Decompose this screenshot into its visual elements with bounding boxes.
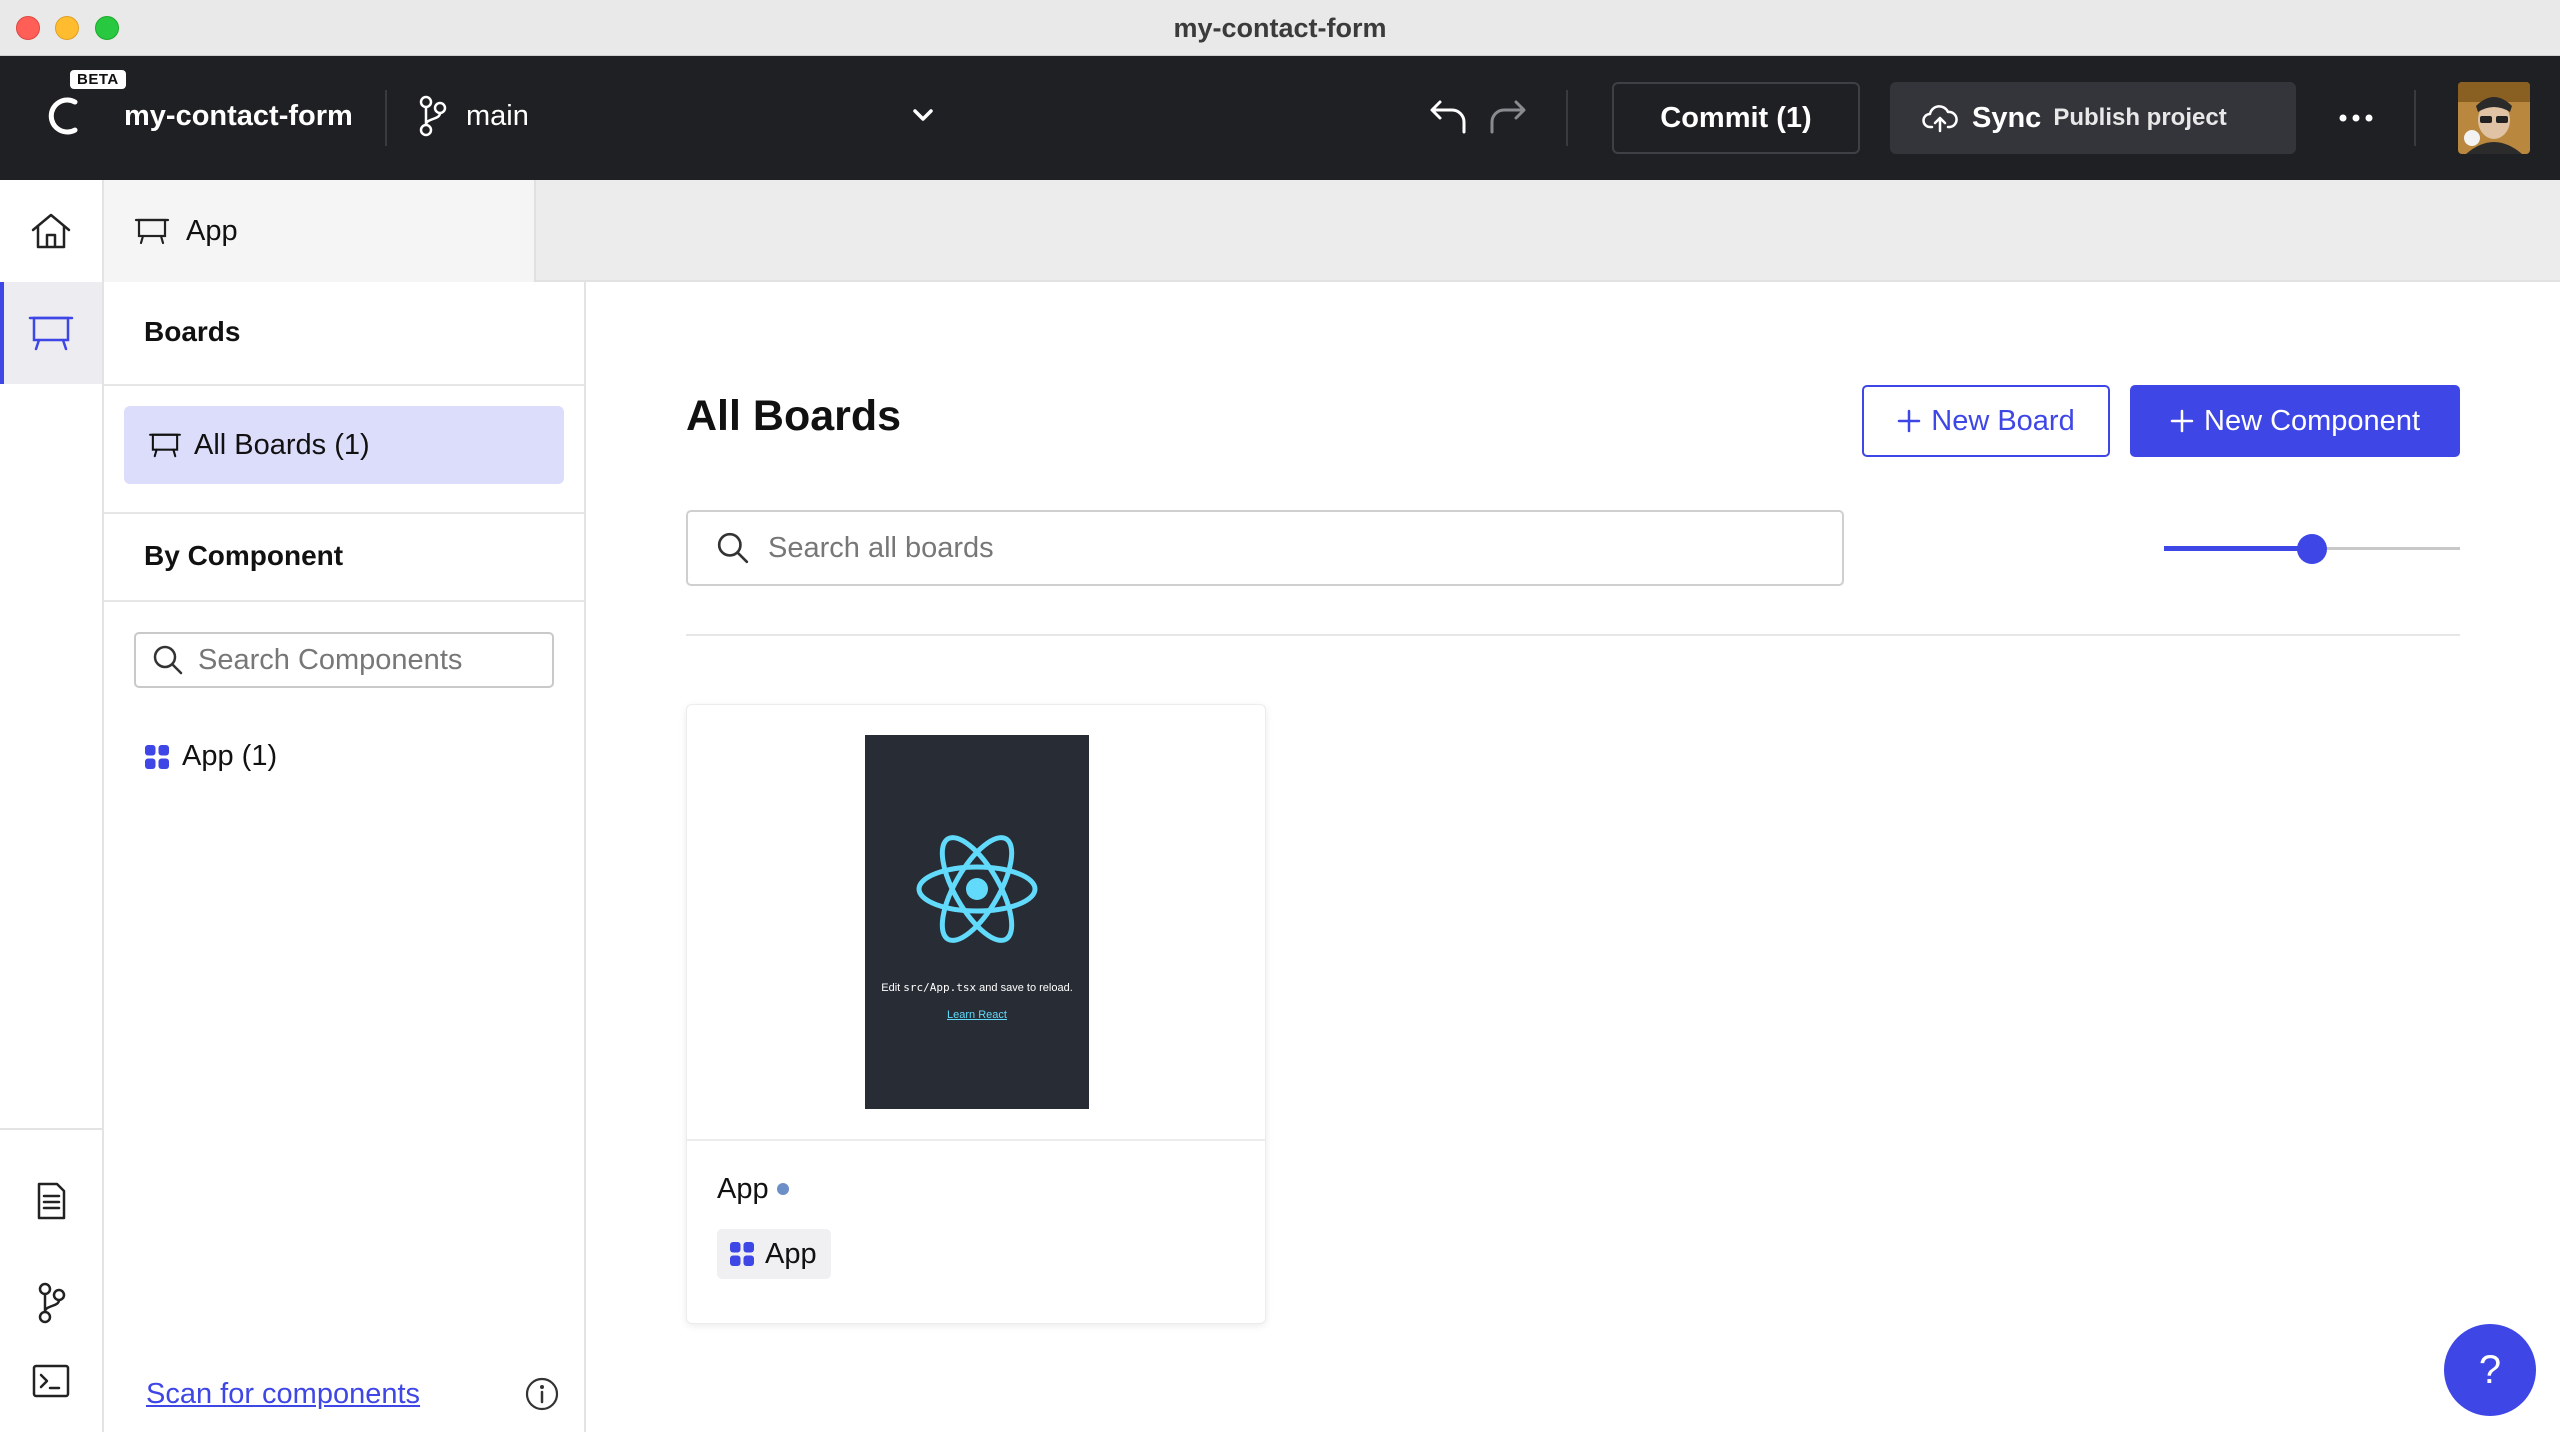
tab-label: App	[186, 214, 238, 247]
tab-strip: App	[104, 180, 2560, 282]
search-boards-input[interactable]	[768, 531, 1828, 565]
slider-fill	[2164, 546, 2312, 551]
git-branch-icon	[35, 1281, 67, 1325]
main-content: All Boards New Board New Component Searc…	[586, 282, 2560, 1432]
codux-logo-icon[interactable]	[42, 94, 82, 138]
component-search[interactable]	[134, 632, 554, 688]
branch-name: main	[466, 99, 529, 132]
search-components-input[interactable]	[198, 643, 538, 677]
undo-icon[interactable]	[1428, 96, 1472, 136]
panel-divider	[104, 512, 584, 514]
new-board-button[interactable]: New Board	[1862, 385, 2110, 457]
slider-thumb[interactable]	[2297, 534, 2327, 564]
home-icon	[29, 211, 73, 251]
more-options-icon[interactable]	[2336, 100, 2376, 136]
zoom-slider[interactable]	[2164, 528, 2460, 568]
new-board-label: New Board	[1931, 404, 2075, 437]
rail-divider	[0, 1128, 102, 1130]
component-item-label: App (1)	[182, 740, 278, 772]
card-divider	[687, 1139, 1265, 1141]
panel-divider	[104, 600, 584, 602]
scan-for-components-link[interactable]: Scan for components	[146, 1378, 420, 1411]
header-divider	[385, 90, 387, 146]
sync-label: Sync	[1972, 101, 2042, 134]
branch-selector[interactable]: main	[416, 94, 936, 138]
search-icon	[716, 531, 750, 565]
rail-document[interactable]	[0, 1150, 102, 1252]
component-chip-label: App	[765, 1237, 817, 1270]
chevron-down-icon	[910, 102, 936, 128]
document-icon	[33, 1181, 69, 1221]
component-chip[interactable]: App	[717, 1229, 831, 1279]
board-icon	[148, 431, 182, 459]
rail-terminal[interactable]	[0, 1330, 102, 1432]
plus-icon	[1897, 409, 1921, 433]
all-boards-label: All Boards (1)	[194, 428, 370, 461]
search-icon	[152, 644, 184, 676]
window-title: my-contact-form	[1173, 13, 1387, 43]
board-card-title: App	[717, 1173, 789, 1206]
learn-react-link[interactable]: Learn React	[865, 1009, 1089, 1021]
rail-home[interactable]	[0, 180, 102, 282]
boards-heading: Boards	[144, 316, 241, 347]
header-divider	[2414, 90, 2416, 146]
nav-rail	[0, 180, 104, 1432]
terminal-icon	[31, 1363, 71, 1399]
header-divider	[1566, 90, 1568, 146]
board-search[interactable]	[686, 510, 1844, 586]
unsaved-dot-icon	[776, 1182, 789, 1195]
component-icon	[729, 1241, 755, 1267]
sync-publish-button[interactable]: Sync Publish project	[1890, 82, 2296, 154]
plus-icon	[2170, 409, 2194, 433]
component-icon	[144, 744, 170, 770]
tab-app[interactable]: App	[104, 180, 536, 282]
boards-panel: Boards All Boards (1) By Component App (…	[104, 282, 586, 1432]
component-item-app[interactable]: App (1)	[144, 740, 277, 773]
by-component-heading: By Component	[144, 540, 344, 571]
project-name[interactable]: my-contact-form	[124, 100, 353, 133]
redo-icon[interactable]	[1484, 96, 1528, 136]
commit-button[interactable]: Commit (1)	[1612, 82, 1860, 154]
panel-divider	[104, 384, 584, 386]
rail-boards[interactable]	[0, 282, 102, 384]
board-card[interactable]: Edit src/App.tsx and save to reload. Lea…	[686, 704, 1266, 1324]
preview-instructions: Edit src/App.tsx and save to reload.	[881, 981, 1073, 994]
user-avatar[interactable]	[2458, 82, 2530, 154]
app-header: BETA my-contact-form main Commit (1) Syn…	[0, 56, 2560, 180]
all-boards-item[interactable]: All Boards (1)	[124, 406, 564, 484]
board-icon	[134, 216, 170, 246]
page-title: All Boards	[686, 392, 902, 440]
react-logo-icon	[915, 827, 1039, 951]
help-button[interactable]: ?	[2444, 1324, 2536, 1416]
new-component-button[interactable]: New Component	[2130, 385, 2460, 457]
content-divider	[686, 634, 2460, 636]
board-preview: Edit src/App.tsx and save to reload. Lea…	[865, 735, 1089, 1109]
publish-project-label: Publish project	[2053, 104, 2227, 131]
info-icon[interactable]	[524, 1376, 560, 1412]
window-titlebar: my-contact-form	[0, 0, 2560, 56]
git-branch-icon	[416, 94, 448, 138]
beta-badge: BETA	[70, 70, 126, 89]
new-component-label: New Component	[2204, 404, 2420, 437]
board-icon	[28, 313, 74, 353]
cloud-upload-icon	[1922, 103, 1958, 133]
